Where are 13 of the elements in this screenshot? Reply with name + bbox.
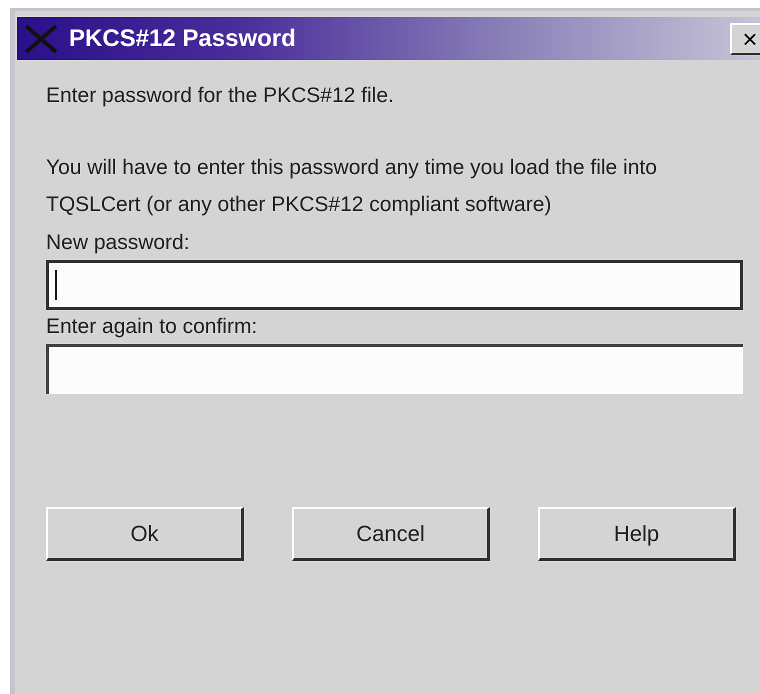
note-text: You will have to enter this password any time you load the file into TQSLCert (or any other PKCS#12 compliant software) bbox=[46, 155, 658, 218]
intro-text: Enter password for the PKCS#12 file. bbox=[46, 83, 395, 109]
close-button[interactable]: × bbox=[730, 22, 760, 54]
dialog-button[interactable]: Cancel bbox=[292, 507, 490, 561]
window-title: PKCS#12 Password bbox=[69, 24, 296, 54]
password-field[interactable] bbox=[46, 344, 743, 394]
password-field[interactable] bbox=[46, 260, 743, 310]
dialog-button[interactable]: Help bbox=[538, 507, 736, 561]
field-label: New password: bbox=[46, 230, 191, 256]
x-logo-icon bbox=[23, 24, 59, 54]
text-cursor bbox=[55, 270, 57, 300]
dialog-button[interactable]: Ok bbox=[46, 507, 244, 561]
field-label: Enter again to confirm: bbox=[46, 314, 258, 340]
